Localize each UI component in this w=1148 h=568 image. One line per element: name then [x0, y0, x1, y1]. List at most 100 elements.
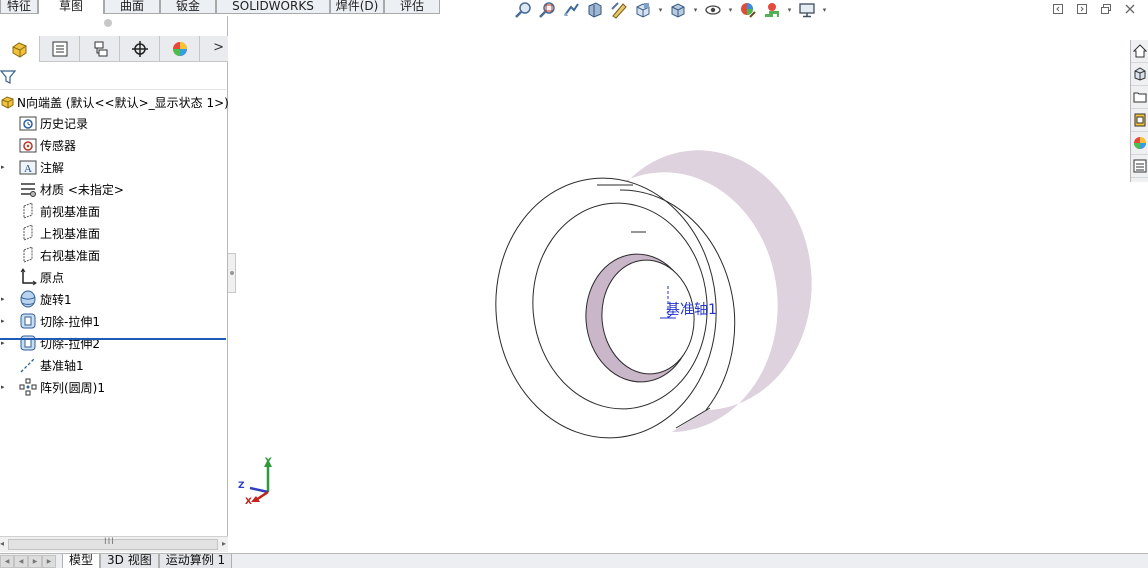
hide-show-items-icon[interactable] [702, 0, 724, 20]
tab-evaluate[interactable]: 评估 [384, 0, 440, 14]
file-explorer-icon[interactable] [1131, 86, 1148, 109]
material-icon [17, 179, 39, 199]
displaymanager-icon [172, 41, 187, 56]
previous-tab-icon[interactable]: ◀ [14, 555, 28, 568]
tab-mbd[interactable]: SOLIDWORKS MBD [216, 0, 330, 14]
section-view-icon[interactable] [584, 0, 606, 20]
next-tab-icon[interactable]: ▶ [28, 555, 42, 568]
restore-down-icon[interactable] [1098, 2, 1114, 16]
tab-sketch[interactable]: 草图 [38, 0, 104, 14]
tree-item-annotations[interactable]: ▸ A 注解 [0, 156, 228, 178]
tree-item-history[interactable]: 历史记录 [0, 112, 228, 134]
reference-axis-label[interactable]: 基准轴1 [666, 299, 717, 319]
apply-scene-dropdown-icon[interactable]: ▾ [785, 0, 794, 20]
display-style-icon[interactable] [667, 0, 689, 20]
restore-left-icon[interactable] [1050, 2, 1066, 16]
expand-arrow-icon[interactable]: ▸ [1, 376, 17, 398]
tab-model[interactable]: 模型 [62, 554, 101, 568]
tree-item-circular-pattern[interactable]: ▸ 阵列(圆周)1 [0, 376, 228, 398]
view-settings-icon[interactable] [796, 0, 818, 20]
horizontal-scrollbar[interactable]: ◂ III ▸ [0, 536, 228, 552]
featuremanager-tab[interactable] [0, 35, 40, 62]
tree-root-part[interactable]: N向端盖 (默认<<默认>_显示状态 1>) [0, 92, 229, 112]
expand-arrow-icon[interactable]: ▸ [1, 156, 17, 178]
panel-collapse-handle[interactable] [228, 253, 236, 293]
last-tab-icon[interactable]: ▶ [42, 555, 56, 568]
display-style-dropdown-icon[interactable]: ▾ [691, 0, 700, 20]
dynamic-annotation-icon[interactable] [608, 0, 630, 20]
apply-scene-icon[interactable] [761, 0, 783, 20]
tree-item-sensors[interactable]: 传感器 [0, 134, 228, 156]
propertymanager-tab[interactable] [40, 35, 80, 62]
zoom-to-area-icon[interactable] [536, 0, 558, 20]
tree-item-label: 历史记录 [40, 116, 89, 131]
hide-show-dropdown-icon[interactable]: ▾ [726, 0, 735, 20]
restore-right-icon[interactable] [1074, 2, 1090, 16]
appearances-scenes-icon[interactable] [1131, 132, 1148, 155]
tree-item-cut-extrude-1[interactable]: ▸ 切除-拉伸1 [0, 310, 228, 332]
tree-item-label: 基准轴1 [40, 358, 84, 373]
tree-item-revolve[interactable]: ▸ 旋转1 [0, 288, 228, 310]
tree-item-right-plane[interactable]: 右视基准面 [0, 244, 228, 266]
zoom-to-fit-icon[interactable] [512, 0, 534, 20]
triad-y-label: Y [265, 457, 272, 467]
tree-item-label: 切除-拉伸1 [40, 314, 100, 329]
tab-surfaces[interactable]: 曲面 [104, 0, 160, 14]
panel-grip-icon[interactable] [104, 19, 112, 27]
featuremanager-panel: > N向端盖 (默认<<默认>_显示状态 1>) 历史记录 传感器 ▸ A 注解… [0, 16, 229, 552]
tree-item-material[interactable]: 材质 <未指定> [0, 178, 228, 200]
tree-item-label: 原点 [40, 270, 65, 285]
model-viewport[interactable] [236, 18, 1130, 552]
handle-dot-icon [230, 271, 234, 275]
chevron-right-icon[interactable]: > [213, 40, 224, 55]
tree-item-axis[interactable]: 基准轴1 [0, 354, 228, 376]
part-model[interactable] [485, 150, 812, 447]
tab-features[interactable]: 特征 [0, 0, 38, 14]
close-icon[interactable] [1122, 2, 1138, 16]
tree-filter-bar[interactable] [0, 66, 226, 90]
displaymanager-tab[interactable] [160, 35, 200, 62]
scroll-left-icon[interactable]: ◂ [0, 539, 4, 548]
solidworks-window: 特征 草图 曲面 钣金 SOLIDWORKS MBD 焊件(D) 评估 ▾ ▾ [0, 0, 1148, 568]
tree-item-origin[interactable]: 原点 [0, 266, 228, 288]
custom-properties-icon[interactable] [1131, 155, 1148, 178]
expand-arrow-icon[interactable]: ▸ [1, 288, 17, 310]
task-pane [1130, 40, 1148, 182]
tree-item-label: 阵列(圆周)1 [40, 380, 105, 395]
configurationmanager-tab[interactable] [80, 35, 120, 62]
tree-item-top-plane[interactable]: 上视基准面 [0, 222, 228, 244]
expand-arrow-icon[interactable]: ▸ [1, 310, 17, 332]
reference-axis-icon [17, 355, 39, 375]
tab-motion-study[interactable]: 运动算例 1 [158, 554, 233, 568]
tab-weldments[interactable]: 焊件(D) [330, 0, 384, 14]
featuremanager-icon [12, 41, 26, 58]
tree-item-front-plane[interactable]: 前视基准面 [0, 200, 228, 222]
triad-x-label: X [245, 497, 252, 507]
tree-item-label: 上视基准面 [40, 226, 101, 241]
edit-appearance-icon[interactable] [737, 0, 759, 20]
filter-icon[interactable] [0, 69, 16, 85]
tab-3d-views[interactable]: 3D 视图 [100, 554, 159, 568]
circular-pattern-icon [17, 377, 39, 397]
scroll-right-icon[interactable]: ▸ [222, 539, 226, 548]
graphics-area[interactable]: 基准轴1 Y Z X [236, 18, 1130, 552]
feature-tree: N向端盖 (默认<<默认>_显示状态 1>) 历史记录 传感器 ▸ A 注解 材… [0, 92, 229, 398]
origin-icon [17, 267, 39, 287]
view-settings-dropdown-icon[interactable]: ▾ [820, 0, 829, 20]
tab-sheet-metal[interactable]: 钣金 [160, 0, 216, 14]
view-palette-icon[interactable] [1131, 109, 1148, 132]
tree-item-cut-extrude-2[interactable]: ▸ 切除-拉伸2 [0, 332, 228, 354]
plane-icon [17, 201, 39, 221]
heads-up-view-toolbar: ▾ ▾ ▾ ▾ ▾ [512, 0, 829, 20]
dimxpert-tab[interactable] [120, 35, 160, 62]
cut-extrude-icon [17, 333, 39, 353]
expand-arrow-icon[interactable]: ▸ [1, 332, 17, 354]
view-orientation-dropdown-icon[interactable]: ▾ [656, 0, 665, 20]
solidworks-resources-icon[interactable] [1131, 40, 1148, 63]
rollback-bar[interactable] [0, 338, 226, 340]
design-library-icon[interactable] [1131, 63, 1148, 86]
view-orientation-icon[interactable] [632, 0, 654, 20]
first-tab-icon[interactable]: ◀ [0, 555, 14, 568]
tree-item-label: 材质 <未指定> [40, 182, 124, 197]
previous-view-icon[interactable] [560, 0, 582, 20]
